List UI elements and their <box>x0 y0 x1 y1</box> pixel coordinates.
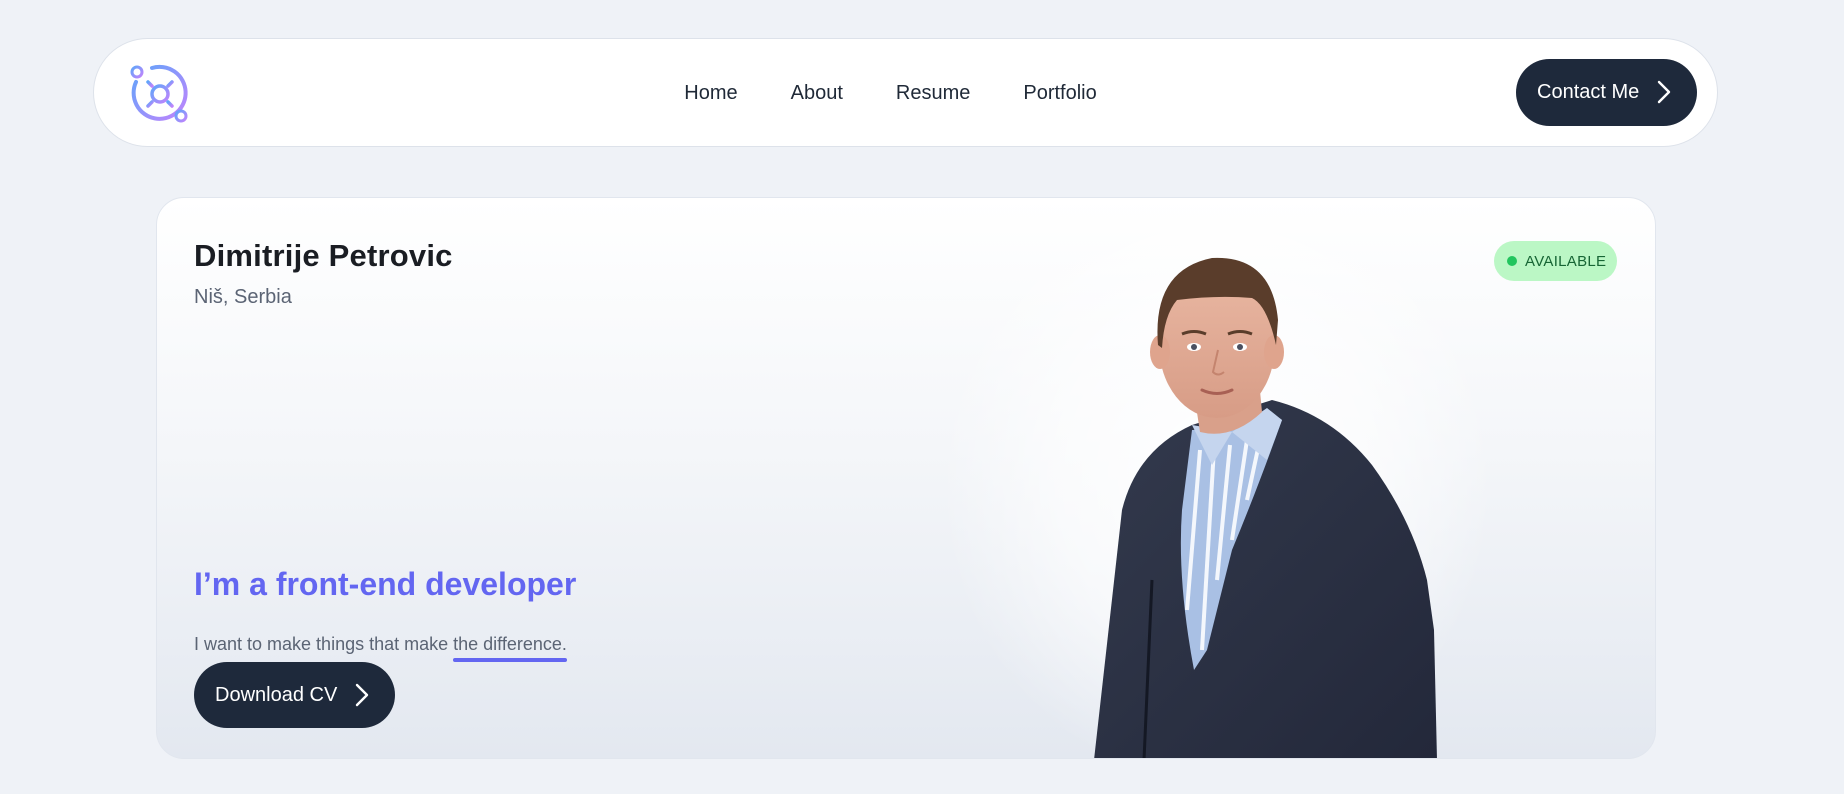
hero-card: Dimitrije Petrovic Niš, Serbia AVAILABLE… <box>156 197 1656 759</box>
status-dot-icon <box>1507 256 1517 266</box>
top-navbar: Home About Resume Portfolio Contact Me <box>93 38 1718 147</box>
hero-tagline: I want to make things that make the diff… <box>194 634 567 662</box>
availability-label: AVAILABLE <box>1525 252 1607 270</box>
person-portrait <box>1094 257 1437 758</box>
nav-about-link[interactable]: About <box>791 82 843 105</box>
download-cv-label: Download CV <box>215 683 338 706</box>
contact-me-label: Contact Me <box>1537 81 1640 103</box>
hero-headline: I’m a front-end developer <box>194 566 577 602</box>
main-nav: Home About Resume Portfolio <box>94 39 1717 148</box>
chevron-right-icon <box>1657 80 1671 104</box>
profile-location: Niš, Serbia <box>194 286 292 308</box>
availability-badge: AVAILABLE <box>1494 241 1617 281</box>
chevron-right-icon <box>355 683 369 707</box>
download-cv-button[interactable]: Download CV <box>194 662 395 728</box>
nav-resume-link[interactable]: Resume <box>896 82 970 105</box>
nav-home-link[interactable]: Home <box>684 82 737 105</box>
profile-name: Dimitrije Petrovic <box>194 238 453 273</box>
contact-me-button[interactable]: Contact Me <box>1516 59 1697 126</box>
tagline-highlight: the difference. <box>453 634 567 662</box>
nav-portfolio-link[interactable]: Portfolio <box>1023 82 1096 105</box>
tagline-text: I want to make things that make <box>194 634 454 654</box>
